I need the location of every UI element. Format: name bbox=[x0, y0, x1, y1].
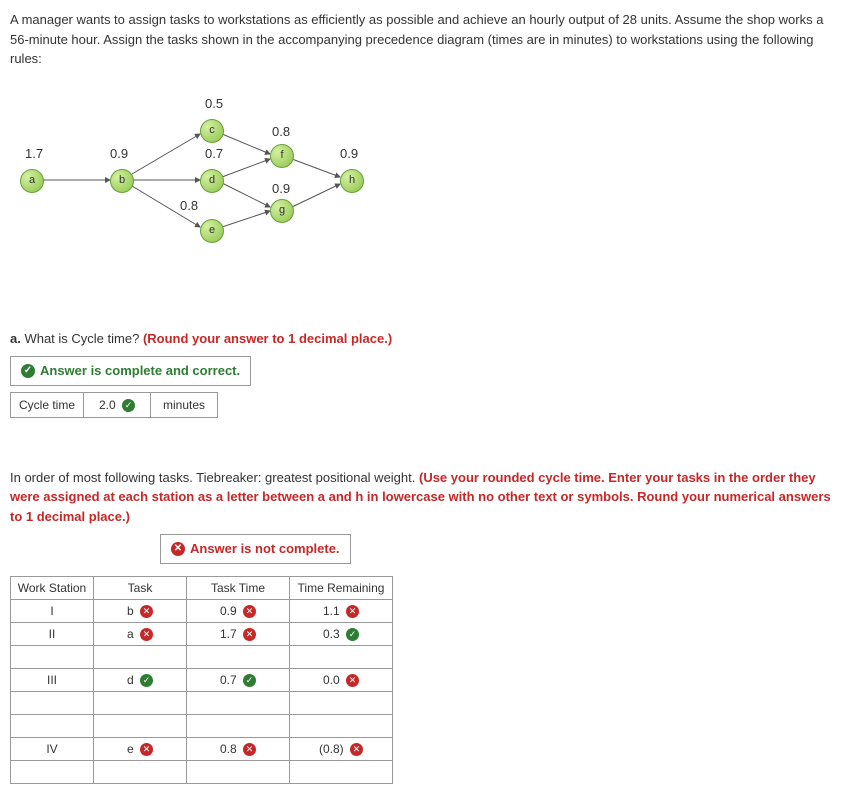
table-row bbox=[11, 691, 393, 714]
question-a-prefix: a. bbox=[10, 331, 21, 346]
cell-task[interactable]: a ✕ bbox=[94, 622, 187, 645]
cell-workstation: III bbox=[11, 668, 94, 691]
feedback-banner-incomplete: ✕ Answer is not complete. bbox=[160, 534, 351, 564]
cycle-time-unit: minutes bbox=[151, 392, 218, 417]
question-a-text: What is Cycle time? bbox=[21, 331, 143, 346]
cell-tasktime[interactable] bbox=[187, 714, 290, 737]
cell-workstation bbox=[11, 760, 94, 783]
cycle-time-value: 2.0 bbox=[99, 398, 116, 412]
cell-task[interactable] bbox=[94, 645, 187, 668]
table-row: IIId ✓0.7 ✓0.0 ✕ bbox=[11, 668, 393, 691]
cell-tasktime[interactable]: 0.9 ✕ bbox=[187, 599, 290, 622]
table-row bbox=[11, 760, 393, 783]
x-circle-icon: ✕ bbox=[346, 605, 359, 618]
table-row bbox=[11, 645, 393, 668]
diagram-time-c: 0.5 bbox=[205, 94, 223, 114]
diagram-time-e: 0.8 bbox=[180, 196, 198, 216]
question-a-hint: (Round your answer to 1 decimal place.) bbox=[143, 331, 392, 346]
cell-task[interactable]: e ✕ bbox=[94, 737, 187, 760]
cell-timeremaining[interactable] bbox=[290, 691, 393, 714]
x-circle-icon: ✕ bbox=[243, 628, 256, 641]
table-row: IVe ✕0.8 ✕(0.8) ✕ bbox=[11, 737, 393, 760]
diagram-node-d: d bbox=[200, 169, 224, 193]
cell-timeremaining[interactable]: (0.8) ✕ bbox=[290, 737, 393, 760]
question-a: a. What is Cycle time? (Round your answe… bbox=[10, 329, 844, 349]
cell-timeremaining[interactable] bbox=[290, 714, 393, 737]
instructions-2: In order of most following tasks. Tiebre… bbox=[10, 468, 844, 527]
diagram-node-a: a bbox=[20, 169, 44, 193]
diagram-node-f: f bbox=[270, 144, 294, 168]
diagram-node-c: c bbox=[200, 119, 224, 143]
check-circle-icon: ✓ bbox=[140, 674, 153, 687]
cell-tasktime[interactable] bbox=[187, 691, 290, 714]
cell-timeremaining[interactable]: 0.3 ✓ bbox=[290, 622, 393, 645]
x-circle-icon: ✕ bbox=[346, 674, 359, 687]
x-circle-icon: ✕ bbox=[140, 628, 153, 641]
diagram-time-f: 0.8 bbox=[272, 122, 290, 142]
cycle-time-value-cell[interactable]: 2.0 ✓ bbox=[84, 392, 151, 417]
cell-timeremaining[interactable]: 0.0 ✕ bbox=[290, 668, 393, 691]
cell-workstation: I bbox=[11, 599, 94, 622]
feedback-banner-correct: ✓ Answer is complete and correct. bbox=[10, 356, 251, 386]
check-circle-icon: ✓ bbox=[21, 364, 35, 378]
x-circle-icon: ✕ bbox=[350, 743, 363, 756]
x-circle-icon: ✕ bbox=[171, 542, 185, 556]
diagram-node-e: e bbox=[200, 219, 224, 243]
instructions-2-lead: In order of most following tasks. Tiebre… bbox=[10, 470, 419, 485]
diagram-node-h: h bbox=[340, 169, 364, 193]
cell-task[interactable] bbox=[94, 714, 187, 737]
header-workstation: Work Station bbox=[11, 576, 94, 599]
cell-task[interactable]: b ✕ bbox=[94, 599, 187, 622]
feedback-correct-text: Answer is complete and correct. bbox=[40, 361, 240, 381]
cell-workstation: II bbox=[11, 622, 94, 645]
cell-tasktime[interactable] bbox=[187, 645, 290, 668]
cell-task[interactable] bbox=[94, 691, 187, 714]
check-circle-icon: ✓ bbox=[346, 628, 359, 641]
header-tasktime: Task Time bbox=[187, 576, 290, 599]
cell-tasktime[interactable]: 0.8 ✕ bbox=[187, 737, 290, 760]
diagram-node-b: b bbox=[110, 169, 134, 193]
cell-workstation bbox=[11, 645, 94, 668]
cell-tasktime[interactable] bbox=[187, 760, 290, 783]
cell-workstation bbox=[11, 691, 94, 714]
diagram-time-d: 0.7 bbox=[205, 144, 223, 164]
diagram-time-b: 0.9 bbox=[110, 144, 128, 164]
cell-task[interactable] bbox=[94, 760, 187, 783]
diagram-node-g: g bbox=[270, 199, 294, 223]
cell-timeremaining[interactable]: 1.1 ✕ bbox=[290, 599, 393, 622]
check-circle-icon: ✓ bbox=[122, 399, 135, 412]
header-timeremaining: Time Remaining bbox=[290, 576, 393, 599]
cell-timeremaining[interactable] bbox=[290, 645, 393, 668]
x-circle-icon: ✕ bbox=[140, 605, 153, 618]
feedback-incomplete-text: Answer is not complete. bbox=[190, 539, 340, 559]
x-circle-icon: ✕ bbox=[243, 743, 256, 756]
cell-workstation: IV bbox=[11, 737, 94, 760]
check-circle-icon: ✓ bbox=[243, 674, 256, 687]
x-circle-icon: ✕ bbox=[243, 605, 256, 618]
precedence-diagram: a b c d e f g h 1.7 0.9 0.5 0.7 0.8 0.8 … bbox=[10, 89, 410, 289]
cell-workstation bbox=[11, 714, 94, 737]
cell-tasktime[interactable]: 1.7 ✕ bbox=[187, 622, 290, 645]
diagram-time-h: 0.9 bbox=[340, 144, 358, 164]
problem-statement: A manager wants to assign tasks to works… bbox=[10, 10, 844, 69]
cell-task[interactable]: d ✓ bbox=[94, 668, 187, 691]
diagram-time-a: 1.7 bbox=[25, 144, 43, 164]
header-task: Task bbox=[94, 576, 187, 599]
diagram-time-g: 0.9 bbox=[272, 179, 290, 199]
cycle-time-table: Cycle time 2.0 ✓ minutes bbox=[10, 392, 218, 418]
cycle-time-label: Cycle time bbox=[11, 392, 84, 417]
answer-table: Work Station Task Task Time Time Remaini… bbox=[10, 576, 393, 784]
table-row bbox=[11, 714, 393, 737]
x-circle-icon: ✕ bbox=[140, 743, 153, 756]
table-row: Ib ✕0.9 ✕1.1 ✕ bbox=[11, 599, 393, 622]
cell-tasktime[interactable]: 0.7 ✓ bbox=[187, 668, 290, 691]
cell-timeremaining[interactable] bbox=[290, 760, 393, 783]
table-row: IIa ✕1.7 ✕0.3 ✓ bbox=[11, 622, 393, 645]
